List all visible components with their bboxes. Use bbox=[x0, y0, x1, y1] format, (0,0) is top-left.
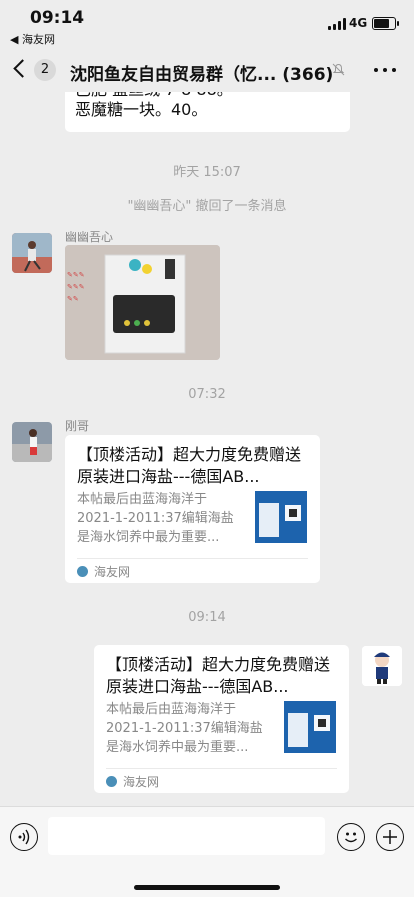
chat-title: 沈阳鱼友自由贸易群（忆... (366) bbox=[70, 65, 334, 85]
avatar-photo bbox=[12, 422, 52, 462]
link-card-message[interactable]: 【顶楼活动】超大力度免费赠送原装进口海盐---德国AB... 本帖最后由蓝海海洋… bbox=[65, 435, 320, 583]
unread-count-badge: 2 bbox=[34, 59, 56, 81]
link-card-source: 海友网 bbox=[123, 775, 160, 789]
battery-icon bbox=[372, 17, 399, 30]
voice-button[interactable] bbox=[10, 823, 38, 851]
emoji-icon bbox=[345, 832, 357, 843]
svg-text:✎✎: ✎✎ bbox=[67, 295, 79, 303]
link-card-source: 海友网 bbox=[94, 565, 131, 579]
product-photo: ✎✎✎ ✎✎✎ ✎✎ bbox=[65, 245, 220, 360]
back-to-app-link[interactable]: ◀ 海友网 bbox=[10, 31, 55, 47]
status-time: 09:14 bbox=[30, 8, 85, 28]
signal-icon bbox=[328, 18, 346, 30]
avatar[interactable] bbox=[12, 233, 52, 273]
avatar[interactable] bbox=[12, 422, 52, 462]
message-text: 恶魔糖一块。40。 bbox=[75, 100, 208, 119]
more-functions-button[interactable] bbox=[376, 823, 404, 851]
back-button[interactable]: 2 bbox=[12, 59, 56, 81]
more-options-button[interactable] bbox=[374, 68, 396, 72]
timestamp: 07:32 bbox=[188, 387, 226, 402]
sender-name: 刚哥 bbox=[65, 419, 90, 433]
svg-text:✎✎✎: ✎✎✎ bbox=[67, 283, 85, 291]
avatar-photo bbox=[362, 646, 402, 686]
avatar-photo bbox=[12, 233, 52, 273]
recall-notice: "幽幽吾心" 撤回了一条消息 bbox=[127, 199, 287, 214]
link-card-title: 【顶楼活动】超大力度免费赠送原装进口海盐---德国AB... bbox=[77, 445, 302, 486]
link-card-description: 本帖最后由蓝海海洋于2021-1-2011:37编辑海盐是海水饲养中最为重要..… bbox=[106, 702, 263, 755]
message-list[interactable]: 巴肥 蓝丝绒 7-8 88。 恶魔糖一块。40。 昨天 15:07 "幽幽吾心"… bbox=[0, 92, 414, 806]
status-bar: 09:14 ◀ 海友网 4G bbox=[0, 0, 414, 48]
emoji-button[interactable] bbox=[337, 823, 365, 851]
link-card-thumbnail bbox=[255, 491, 307, 543]
voice-icon bbox=[18, 829, 30, 845]
plus-icon bbox=[383, 830, 397, 844]
more-icon bbox=[374, 68, 378, 72]
timestamp: 09:14 bbox=[188, 610, 226, 625]
input-bar bbox=[0, 806, 414, 897]
mute-icon bbox=[332, 63, 345, 76]
chat-header: 2 沈阳鱼友自由贸易群（忆... (366) bbox=[0, 48, 414, 92]
source-logo-icon bbox=[77, 566, 88, 577]
link-card-title: 【顶楼活动】超大力度免费赠送原装进口海盐---德国AB... bbox=[106, 655, 331, 696]
link-card-message[interactable]: 【顶楼活动】超大力度免费赠送原装进口海盐---德国AB... 本帖最后由蓝海海洋… bbox=[94, 645, 349, 793]
image-message[interactable]: ✎✎✎ ✎✎✎ ✎✎ bbox=[65, 245, 220, 360]
source-logo-icon bbox=[106, 776, 117, 787]
home-indicator bbox=[134, 885, 280, 890]
sender-name: 幽幽吾心 bbox=[65, 230, 114, 244]
timestamp: 昨天 15:07 bbox=[173, 165, 241, 180]
text-message-bubble[interactable]: 巴肥 蓝丝绒 7-8 88。 恶魔糖一块。40。 bbox=[65, 92, 350, 132]
network-type: 4G bbox=[349, 16, 368, 30]
link-card-thumbnail bbox=[284, 701, 336, 753]
svg-text:✎✎✎: ✎✎✎ bbox=[67, 271, 85, 279]
my-avatar[interactable] bbox=[362, 646, 402, 686]
link-card-description: 本帖最后由蓝海海洋于2021-1-2011:37编辑海盐是海水饲养中最为重要..… bbox=[77, 492, 234, 545]
back-chevron-icon bbox=[13, 59, 32, 78]
message-input[interactable] bbox=[48, 817, 325, 855]
